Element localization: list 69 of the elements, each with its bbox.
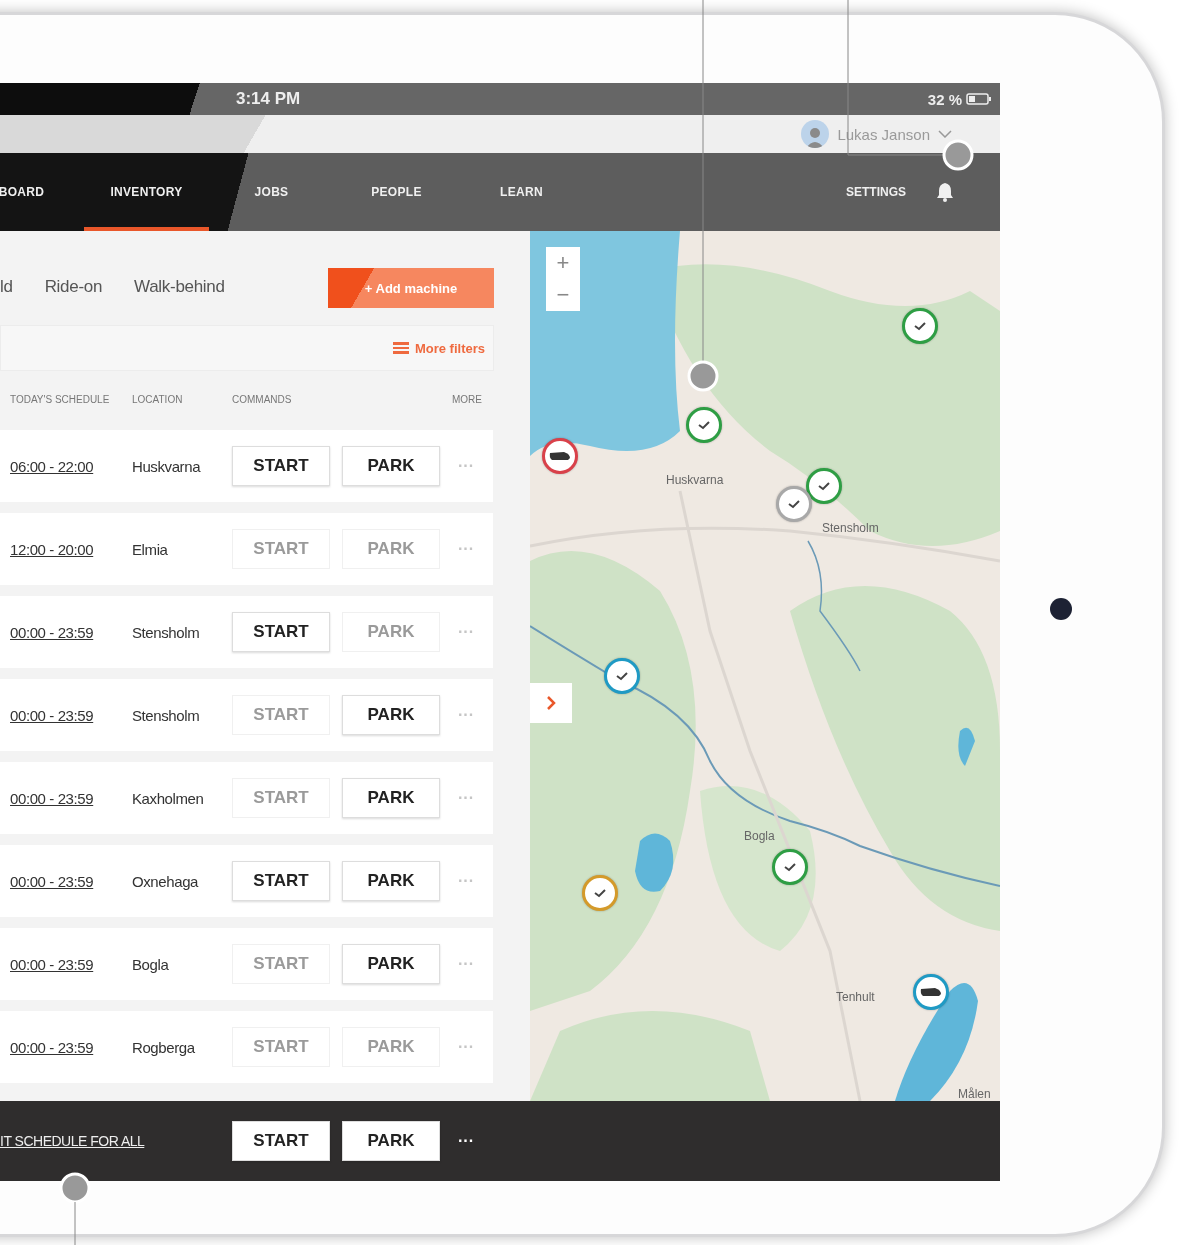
column-header: COMMANDS: [232, 393, 293, 405]
schedule-link[interactable]: 00:00 - 23:59: [10, 955, 132, 973]
column-header: MORE: [452, 393, 483, 405]
schedule-link[interactable]: 00:00 - 23:59: [10, 872, 132, 890]
schedule-all-link[interactable]: IT SCHEDULE FOR ALL: [0, 1133, 232, 1149]
check-icon: [783, 862, 797, 872]
avatar-icon: [801, 120, 830, 148]
nav-tab[interactable]: PEOPLE: [334, 153, 459, 231]
filter-icon: [392, 342, 409, 354]
settings-link[interactable]: SETTINGS: [846, 185, 906, 199]
chevron-right-icon: [546, 696, 556, 710]
filter-tab[interactable]: ld: [0, 277, 13, 299]
location-cell-text: Huskvarna: [132, 457, 202, 475]
command-button[interactable]: START: [232, 1121, 330, 1161]
check-icon: [787, 499, 801, 509]
bell-icon[interactable]: [936, 182, 954, 202]
location-cell-text: Bogla: [132, 955, 170, 973]
check-icon: [817, 481, 831, 491]
location-cell-text: Kaxholmen: [132, 789, 205, 807]
location-cell-text: Elmia: [132, 540, 169, 558]
command-button[interactable]: PARK: [342, 446, 440, 486]
command-button[interactable]: START: [232, 861, 330, 901]
schedule-link[interactable]: 00:00 - 23:59: [10, 1038, 132, 1056]
nav-tab[interactable]: LEARN: [459, 153, 584, 231]
command-button[interactable]: PARK: [342, 695, 440, 735]
map-marker[interactable]: [542, 438, 578, 474]
map-marker[interactable]: [686, 407, 722, 443]
location-cell-text: Oxnehaga: [132, 872, 200, 890]
command-button[interactable]: PARK: [342, 1121, 440, 1161]
filter-tab[interactable]: Walk-behind: [134, 277, 225, 299]
command-button[interactable]: PARK: [342, 861, 440, 901]
place-label: Huskvarna: [666, 473, 724, 487]
check-icon: [615, 671, 629, 681]
location-cell-text: Rogberga: [132, 1038, 196, 1056]
location-cell-text: Stensholm: [132, 623, 201, 641]
command-button[interactable]: START: [232, 446, 330, 486]
filter-tab[interactable]: Ride-on: [44, 277, 103, 299]
check-icon: [697, 420, 711, 430]
battery-level: 32 %: [927, 90, 962, 108]
nav-tab[interactable]: INVENTORY: [84, 153, 209, 231]
command-button[interactable]: PARK: [342, 778, 440, 818]
place-label: Bogla: [744, 829, 775, 843]
place-label: Tenhult: [836, 990, 875, 1004]
mower-icon: [919, 986, 943, 998]
nav-tab[interactable]: JOBS: [209, 153, 334, 231]
battery-icon: [966, 93, 992, 105]
check-icon: [913, 321, 927, 331]
map-marker[interactable]: [913, 974, 949, 1010]
nav-tab[interactable]: BOARD: [0, 153, 84, 231]
command-button[interactable]: START: [232, 612, 330, 652]
location-cell-text: Stensholm: [132, 706, 201, 724]
mower-icon: [548, 450, 572, 462]
schedule-link[interactable]: 12:00 - 20:00: [10, 540, 132, 558]
map-marker[interactable]: [776, 486, 812, 522]
expand-button[interactable]: [530, 683, 572, 723]
check-icon: [593, 888, 607, 898]
more-button[interactable]: ···: [452, 1132, 474, 1150]
schedule-link[interactable]: 06:00 - 22:00: [10, 457, 132, 475]
camera-icon: [1050, 597, 1072, 620]
column-header: LOCATION: [132, 393, 184, 405]
place-label: Målen: [958, 1087, 991, 1101]
column-header: TODAY'S SCHEDULE: [10, 393, 111, 405]
command-button[interactable]: PARK: [342, 944, 440, 984]
place-label: Stensholm: [822, 521, 879, 535]
schedule-link[interactable]: 00:00 - 23:59: [10, 623, 132, 641]
status-time: 3:14 PM: [236, 89, 301, 109]
schedule-link[interactable]: 00:00 - 23:59: [10, 789, 132, 807]
schedule-link[interactable]: 00:00 - 23:59: [10, 706, 132, 724]
chevron-down-icon[interactable]: [938, 130, 952, 138]
